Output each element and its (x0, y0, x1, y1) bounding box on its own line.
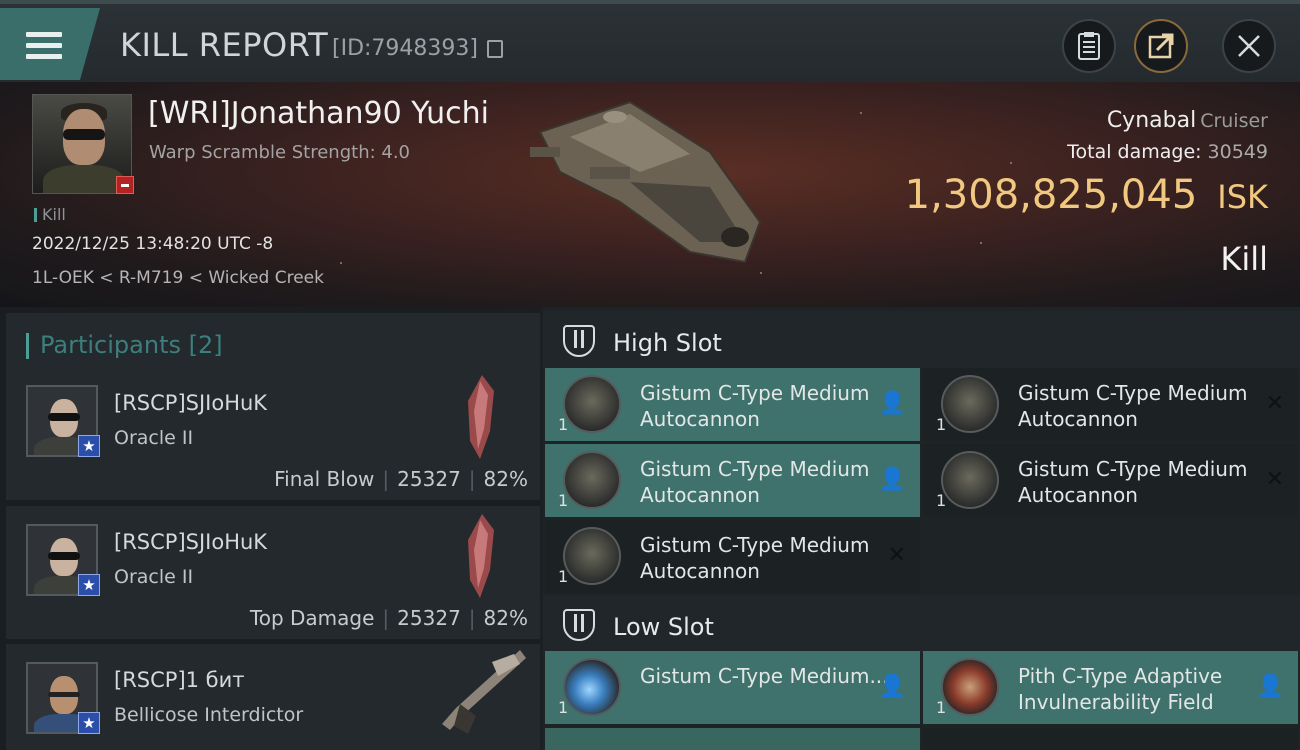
total-damage-value: 30549 (1207, 141, 1268, 163)
low-slot-header: Low Slot (543, 595, 1300, 653)
kill-location[interactable]: 1L-OEK < R-M719 < Wicked Creek (32, 268, 324, 288)
participant-row[interactable]: ★ [RSCP]1 бит Bellicose Interdictor (6, 644, 540, 750)
report-id: [ID:7948393] (332, 36, 478, 61)
fitting-panel: High Slot 1 Gistum C-Type Medium Autocan… (543, 307, 1300, 750)
autocannon-icon (563, 451, 621, 509)
participant-ship-icon (468, 514, 494, 598)
participant-percent: 82% (483, 467, 528, 491)
shield-module-icon (941, 658, 999, 716)
damage-control-icon (563, 658, 621, 716)
high-slot-header: High Slot (543, 311, 1300, 369)
module-name: Gistum C-Type Medium... (640, 664, 889, 688)
module-item[interactable] (923, 728, 1298, 750)
module-quantity: 1 (936, 698, 947, 717)
participant-stats: Top Damage | 25327 | 82% (249, 606, 528, 630)
close-button[interactable] (1222, 19, 1276, 73)
victim-banner: [WRI]Jonathan90 Yuchi Warp Scramble Stre… (0, 82, 1300, 307)
participant-role: Final Blow (274, 467, 375, 491)
menu-button[interactable] (0, 8, 100, 80)
module-quantity: 1 (558, 491, 569, 510)
module-quantity: 1 (936, 415, 947, 434)
star-badge-icon: ★ (78, 574, 100, 596)
participant-name[interactable]: [RSCP]1 бит (114, 668, 245, 692)
star-badge-icon: ★ (78, 435, 100, 457)
module-item[interactable]: 1 Gistum C-Type Medium Autocannon ✕ (545, 520, 920, 593)
module-name: Gistum C-Type Medium Autocannon (1018, 381, 1248, 431)
module-item[interactable]: 1 Gistum C-Type Medium Autocannon ✕ (923, 444, 1298, 517)
participant-ship: Oracle II (114, 427, 194, 449)
total-damage: Total damage: 30549 (1067, 141, 1268, 163)
participant-damage: 25327 (397, 606, 461, 630)
participants-count: [2] (188, 331, 223, 359)
share-button[interactable] (1134, 19, 1188, 73)
star-badge-icon: ★ (78, 712, 100, 734)
participant-percent: 82% (483, 606, 528, 630)
high-slot-label: High Slot (613, 329, 722, 357)
module-name: Gistum C-Type Medium Autocannon (640, 381, 870, 431)
module-item[interactable]: 1 Gistum C-Type Medium... 👤 (545, 651, 920, 724)
result-label: Kill (1220, 240, 1268, 278)
participant-row[interactable]: ★ [RSCP]SJIoHuK Oracle II Top Damage | 253… (6, 506, 540, 639)
participant-ship: Bellicose Interdictor (114, 704, 304, 726)
participant-row[interactable]: ★ [RSCP]SJIoHuK Oracle II Final Blow | 253… (6, 367, 540, 500)
victim-subtitle: Warp Scramble Strength: 4.0 (149, 142, 411, 163)
autocannon-icon (941, 451, 999, 509)
dropped-person-icon: 👤 (878, 674, 906, 699)
kill-tag: Kill (34, 205, 66, 224)
autocannon-icon (563, 527, 621, 585)
close-icon (1238, 35, 1260, 57)
autocannon-icon (563, 375, 621, 433)
hostile-badge-icon (116, 176, 134, 194)
victim-ship-image[interactable] (520, 92, 780, 272)
isk-unit: ISK (1217, 178, 1268, 216)
dropped-person-icon: 👤 (1256, 674, 1284, 699)
high-slot-icon (563, 325, 595, 357)
low-slot-icon (563, 609, 595, 641)
isk-value: 1,308,825,045 ISK (904, 172, 1268, 218)
module-item[interactable]: 1 Gistum C-Type Medium Autocannon ✕ (923, 368, 1298, 441)
destroyed-x-icon: ✕ (1265, 391, 1284, 416)
participants-header: Participants [2] (6, 313, 540, 369)
module-quantity: 1 (558, 567, 569, 586)
participant-damage: 25327 (397, 467, 461, 491)
module-name: Gistum C-Type Medium Autocannon (640, 533, 870, 583)
ship-class: Cruiser (1200, 110, 1268, 132)
dropped-person-icon: 👤 (878, 467, 906, 492)
module-quantity: 1 (558, 415, 569, 434)
share-icon (1148, 33, 1174, 59)
module-quantity: 1 (558, 698, 569, 717)
participant-ship-icon (442, 650, 526, 734)
hamburger-icon (26, 32, 62, 60)
dropped-person-icon: 👤 (878, 391, 906, 416)
module-item[interactable]: 1 Pith C-Type Adaptive Invulnerability F… (923, 651, 1298, 724)
module-quantity: 1 (936, 491, 947, 510)
module-name: Pith C-Type Adaptive Invulnerability Fie… (1018, 664, 1223, 714)
module-name: Gistum C-Type Medium Autocannon (1018, 457, 1248, 507)
module-item[interactable]: 1 Gistum C-Type Medium Autocannon 👤 (545, 444, 920, 517)
title-bar: KILL REPORT [ID:7948393] (0, 0, 1300, 82)
participants-panel: Participants [2] ★ [RSCP]SJIoHuK Oracle … (0, 307, 540, 750)
module-item[interactable] (545, 728, 920, 750)
participant-name[interactable]: [RSCP]SJIoHuK (114, 391, 267, 415)
low-slot-label: Low Slot (613, 613, 714, 641)
destroyed-x-icon: ✕ (1265, 467, 1284, 492)
clipboard-button[interactable] (1062, 19, 1116, 73)
page-title: KILL REPORT (120, 26, 329, 64)
participant-role: Top Damage (249, 606, 375, 630)
participant-ship: Oracle II (114, 566, 194, 588)
kill-timestamp: 2022/12/25 13:48:20 UTC -8 (32, 234, 274, 254)
destroyed-x-icon: ✕ (887, 543, 906, 568)
module-name: Gistum C-Type Medium Autocannon (640, 457, 870, 507)
participant-stats: Final Blow | 25327 | 82% (274, 467, 528, 491)
victim-ship-name[interactable]: Cynabal Cruiser (1107, 108, 1268, 133)
clipboard-icon (1078, 32, 1100, 60)
participants-title: Participants [2] (26, 331, 223, 359)
copy-icon[interactable] (487, 40, 503, 58)
participant-ship-icon (468, 375, 494, 459)
victim-name[interactable]: [WRI]Jonathan90 Yuchi (148, 96, 489, 131)
autocannon-icon (941, 375, 999, 433)
module-item[interactable]: 1 Gistum C-Type Medium Autocannon 👤 (545, 368, 920, 441)
participant-name[interactable]: [RSCP]SJIoHuK (114, 530, 267, 554)
